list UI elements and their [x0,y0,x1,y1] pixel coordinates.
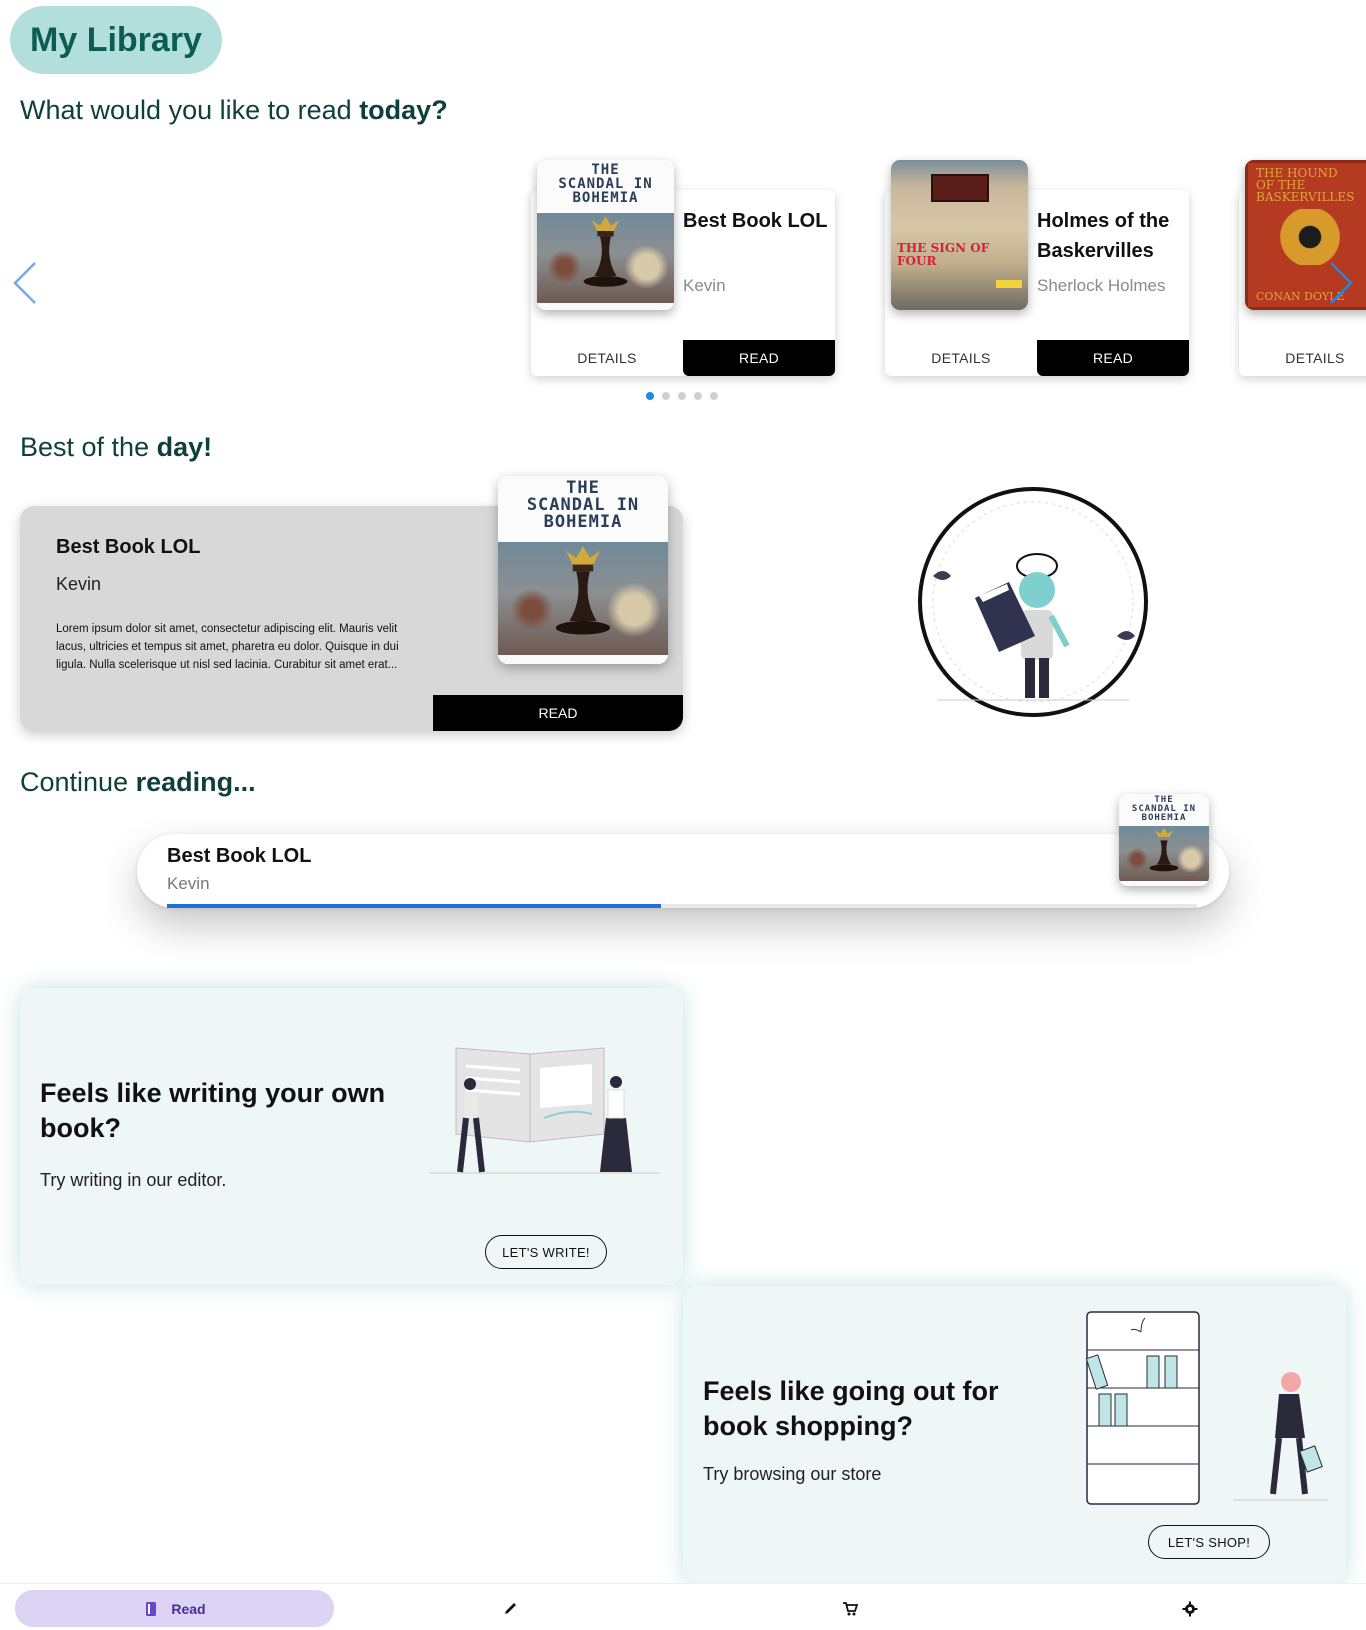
details-button[interactable]: DETAILS [531,340,683,376]
book-title: Best Book LOL [683,210,828,232]
book-carousel: THE SCANDAL IN BOHEMIA Best Book LOL Kevin… [0,150,1366,410]
pagination-dot[interactable] [678,392,686,400]
details-button[interactable]: DETAILS [885,340,1037,376]
pagination-dot[interactable] [694,392,702,400]
chevron-right-icon[interactable] [1328,260,1354,306]
cover-title-text: THE SCANDAL IN BOHEMIA [498,476,668,542]
write-promo-card: Feels like writing your own book? Try wr… [20,988,683,1285]
book-card[interactable]: THE SIGN OF FOUR Holmes of the Baskervill… [885,160,1189,376]
pen-icon [505,1602,516,1614]
nav-tab-write[interactable] [460,1590,560,1627]
writing-illustration [430,1047,660,1174]
read-button[interactable]: READ [433,695,683,731]
bottom-navigation: Read [0,1583,1366,1630]
book-description: Lorem ipsum dolor sit amet, consectetur … [56,623,399,671]
lets-shop-button[interactable]: LET'S SHOP! [1148,1525,1270,1559]
book-author: Sherlock Holmes [1037,276,1166,295]
details-button[interactable]: DETAILS [1239,340,1366,376]
nav-tab-settings[interactable] [1140,1590,1240,1627]
book-icon [146,1601,157,1616]
nav-tab-shop[interactable] [800,1590,900,1627]
book-author: Kevin [167,874,210,893]
cover-title-text: THE SCANDAL IN BOHEMIA [537,160,674,213]
carousel-pagination [646,392,718,400]
promo-title: Feels like going out for book shopping? [703,1376,999,1441]
cover-title-text: THE HOUND OF THE BASKERVILLES [1256,166,1355,204]
pagination-dot[interactable] [646,392,654,400]
heading-bold: today? [359,95,448,125]
book-author: Kevin [56,574,102,594]
cover-title-text: THE SCANDAL IN BOHEMIA [1119,794,1209,827]
book-title: Best Book LOL [56,536,201,558]
book-title: Holmes of the Baskervilles [1037,210,1170,262]
read-button[interactable]: READ [1037,340,1189,376]
chevron-left-icon[interactable] [12,260,38,306]
nav-tab-read[interactable]: Read [15,1590,334,1627]
continue-reading-heading: Continue reading... [20,767,256,798]
lets-write-button[interactable]: LET'S WRITE! [485,1235,607,1269]
book-cover: THE SCANDAL IN BOHEMIA [537,160,674,310]
heading-bold: day! [156,432,213,462]
gear-icon [1182,1601,1198,1616]
heading-prefix: Best of the [20,432,157,462]
book-cover: THE SCANDAL IN BOHEMIA [1119,794,1209,886]
pagination-dot[interactable] [710,392,718,400]
best-of-day-card: Best Book LOL Kevin Lorem ipsum dolor si… [20,476,683,731]
reading-progress-fill [167,904,662,908]
pagination-dot[interactable] [662,392,670,400]
reading-illustration [917,486,1149,718]
my-library-title: My Library [10,6,222,74]
promo-title: Feels like writing your own book? [40,1078,386,1143]
book-card[interactable]: THE SCANDAL IN BOHEMIA Best Book LOL Kevin… [531,160,835,376]
heading-bold: reading... [135,767,256,797]
book-author: Kevin [683,276,726,295]
cart-icon [843,1601,858,1615]
shopping-illustration [1085,1311,1328,1505]
promo-subtitle: Try writing in our editor. [40,1170,227,1190]
book-cover: THE SCANDAL IN BOHEMIA [498,476,668,664]
book-title: Best Book LOL [167,845,312,867]
shop-promo-card: Feels like going out for book shopping? … [683,1286,1346,1583]
continue-reading-card[interactable]: Best Book LOL Kevin [137,834,1229,908]
nav-label-read: Read [171,1600,206,1617]
book-cover: THE SIGN OF FOUR [891,160,1028,310]
promo-subtitle: Try browsing our store [703,1464,882,1484]
reading-progress-bar [167,904,1197,908]
heading-prefix: What would you like to read [20,95,360,125]
heading-prefix: Continue [20,767,136,797]
read-button[interactable]: READ [683,340,835,376]
cover-title-text: THE SIGN OF FOUR [897,241,990,268]
read-today-heading: What would you like to read today? [20,95,448,126]
best-of-day-heading: Best of the day! [20,432,212,463]
